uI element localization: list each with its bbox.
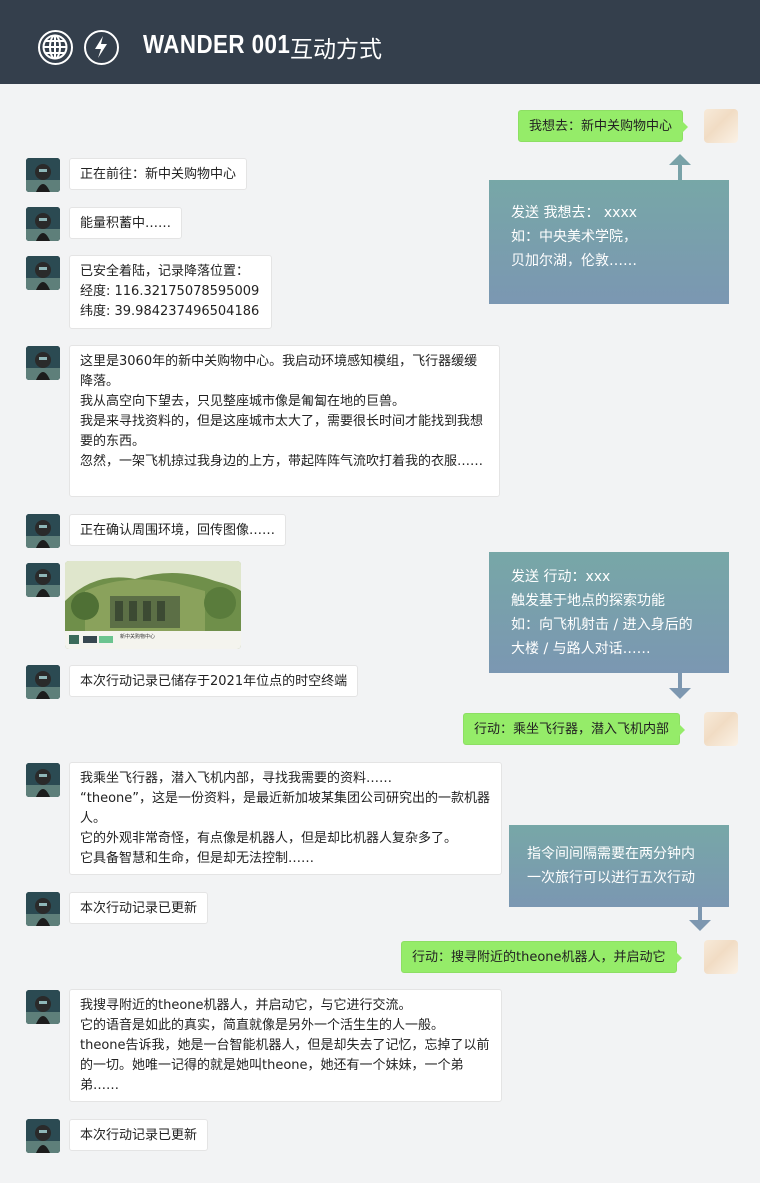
incoming-message: 正在确认周围环境，回传图像…… [69, 514, 287, 546]
bot-avatar[interactable] [26, 158, 60, 192]
bot-avatar[interactable] [26, 1119, 60, 1153]
help-note-action: 发送 行动：xxx 触发基于地点的探索功能 如：向飞机射击 / 进入身后的 大楼… [489, 552, 729, 673]
note-connector [678, 673, 682, 688]
user-avatar[interactable] [704, 940, 738, 974]
outgoing-message: 我想去：新中关购物中心 [518, 110, 689, 142]
brand-title: WANDER 001 [143, 29, 291, 59]
note-arrow-up [669, 154, 691, 165]
bot-avatar[interactable] [26, 892, 60, 926]
incoming-message: 正在前往：新中关购物中心 [69, 158, 248, 190]
note-connector [698, 907, 702, 920]
user-avatar[interactable] [704, 109, 738, 143]
outgoing-message: 行动：乘坐飞行器，潜入飞机内部 [463, 713, 686, 745]
bot-avatar[interactable] [26, 990, 60, 1024]
bot-avatar[interactable] [26, 665, 60, 699]
image-caption: 新中关购物中心 [120, 634, 156, 640]
bot-avatar[interactable] [26, 207, 60, 241]
bot-avatar[interactable] [26, 763, 60, 797]
incoming-message: 本次行动记录已更新 [69, 892, 209, 924]
bot-avatar[interactable] [26, 514, 60, 548]
note-arrow-down [669, 688, 691, 699]
user-avatar[interactable] [704, 712, 738, 746]
incoming-message: 能量积蓄中…… [69, 207, 183, 239]
outgoing-message: 行动：搜寻附近的theone机器人，并启动它 [401, 941, 682, 973]
app-header: WANDER 001 互动方式 [0, 0, 760, 84]
help-note-destination: 发送 我想去： xxxx 如：中央美术学院， 贝加尔湖，伦敦…… [489, 180, 729, 304]
note-arrow-down [689, 920, 711, 931]
lightning-icon[interactable] [84, 30, 119, 65]
incoming-message: 本次行动记录已储存于2021年位点的时空终端 [69, 665, 359, 697]
incoming-message: 这里是3060年的新中关购物中心。我启动环境感知模组，飞行器缓缓降落。 我从高空… [69, 345, 500, 497]
bot-avatar[interactable] [26, 256, 60, 290]
incoming-message: 我乘坐飞行器，潜入飞机内部，寻找我需要的资料…… “theone”，这是一份资料… [69, 762, 502, 875]
bot-avatar[interactable] [26, 563, 60, 597]
page-subtitle: 互动方式 [290, 37, 382, 63]
incoming-message: 本次行动记录已更新 [69, 1119, 209, 1151]
bot-avatar[interactable] [26, 346, 60, 380]
incoming-message: 已安全着陆，记录降落位置： 经度: 116.32175078595009 纬度:… [69, 255, 272, 329]
note-connector [678, 164, 682, 180]
globe-icon[interactable] [38, 30, 73, 65]
help-note-limits: 指令间间隔需要在两分钟内 一次旅行可以进行五次行动 [509, 825, 729, 907]
incoming-message: 我搜寻附近的theone机器人，并启动它，与它进行交流。 它的语音是如此的真实，… [69, 989, 502, 1102]
